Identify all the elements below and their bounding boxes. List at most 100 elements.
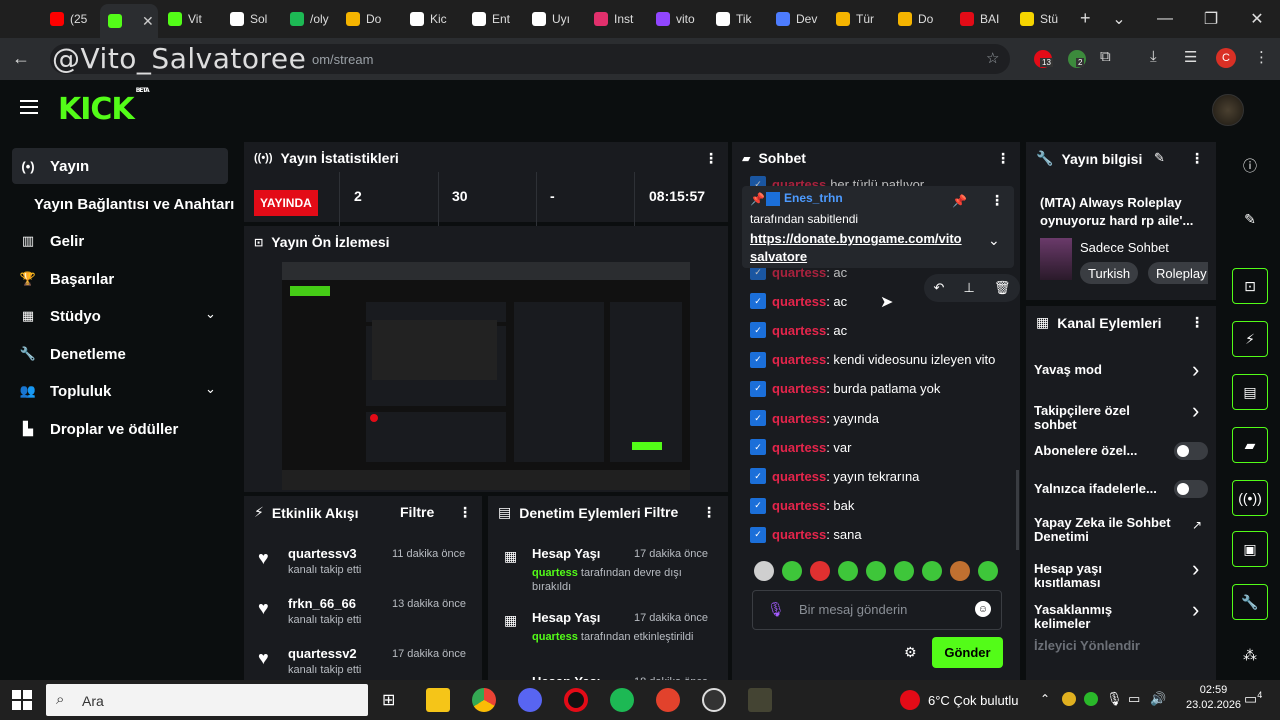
browser-tab[interactable]: Tür [828, 6, 884, 32]
taskbar-search[interactable]: ⌕ Ara [46, 684, 368, 716]
emote-icon[interactable] [978, 561, 998, 581]
stream-info-menu-icon[interactable]: ⋮ [1190, 150, 1204, 167]
browser-tab[interactable]: vito [648, 6, 704, 32]
edit-pencil-icon[interactable]: ✎ [1232, 201, 1268, 237]
toggle-switch[interactable] [1174, 480, 1208, 498]
send-button[interactable]: Gönder [932, 637, 1003, 668]
tray-chevron-icon[interactable]: ⌃ [1040, 692, 1050, 706]
pinned-menu-icon[interactable]: ⋮ [990, 192, 1004, 209]
chrome-icon[interactable] [472, 688, 496, 712]
category-name[interactable]: Sadece Sohbet [1080, 240, 1169, 255]
weather-text[interactable]: 6°C Çok bulutlu [928, 693, 1018, 708]
chat-username[interactable]: quartess [772, 498, 826, 513]
emote-icon[interactable] [838, 561, 858, 581]
activity-username[interactable]: frkn_66_66 [288, 596, 361, 611]
browser-tab[interactable]: Do [338, 6, 394, 32]
microphone-icon[interactable]: 🎙 [767, 601, 785, 618]
browser-tab[interactable]: /oly [282, 6, 338, 32]
mta-icon[interactable] [748, 688, 772, 712]
hamburger-menu-icon[interactable] [20, 100, 38, 114]
chevron-down-icon[interactable]: ⌄ [988, 232, 1000, 249]
activity-username[interactable]: quartessv3 [288, 546, 361, 561]
browser-tab[interactable]: Inst [586, 6, 642, 32]
info-icon[interactable]: ⓘ [1232, 148, 1268, 184]
document-toggle-icon[interactable]: ▤ [1232, 374, 1268, 410]
emote-icon[interactable] [810, 561, 830, 581]
pin-icon[interactable]: ⊥ [964, 280, 975, 296]
chat-username[interactable]: quartess [772, 469, 826, 484]
activity-item[interactable]: ♥ quartessv3 kanalı takip etti 11 dakika ön… [244, 544, 482, 588]
close-tab-icon[interactable]: ✕ [142, 13, 154, 30]
chat-message[interactable]: ✓ quartess: yayın tekrarına [750, 466, 919, 486]
activity-filter-button[interactable]: Filtre [400, 504, 434, 520]
chat-message[interactable]: ✓ quartess: sana [750, 525, 862, 545]
tray-app-icon[interactable] [1062, 692, 1076, 706]
broadcast-toggle-icon[interactable]: ((•)) [1232, 480, 1268, 516]
external-link-icon[interactable]: ↗ [1192, 518, 1202, 532]
weather-alert-icon[interactable] [900, 690, 920, 710]
back-arrow-icon[interactable]: ← [12, 48, 30, 69]
unpin-icon[interactable]: 📌 [952, 194, 967, 208]
emoji-icon[interactable]: ☺ [975, 601, 991, 617]
channel-action-item[interactable]: Yapay Zeka ile Sohbet Denetimi [1034, 516, 1184, 544]
pinned-by-user[interactable]: Enes_trhn [784, 191, 843, 205]
emote-icon[interactable] [754, 561, 774, 581]
sidebar-item[interactable]: 🔧 Denetleme [12, 336, 126, 372]
new-tab-button[interactable]: + [1080, 8, 1091, 29]
chat-message[interactable]: ✓ quartess: ac [750, 291, 847, 311]
discord-icon[interactable] [518, 688, 542, 712]
tab-search-icon[interactable]: ⌄ [1096, 0, 1142, 38]
activity-username[interactable]: quartessv2 [288, 646, 361, 661]
obs-icon[interactable] [702, 688, 726, 712]
apps-icon[interactable]: ⁂ [1232, 637, 1268, 673]
edit-pencil-icon[interactable]: ✎ [1154, 150, 1165, 166]
lightning-toggle-icon[interactable]: ⚡ [1232, 321, 1268, 357]
extension-icon[interactable]: 2 [1068, 50, 1086, 68]
browser-tab[interactable]: Sol [222, 6, 278, 32]
trash-icon[interactable]: 🗑 [994, 280, 1011, 296]
chat-username[interactable]: quartess [772, 294, 826, 309]
opera-icon[interactable] [564, 688, 588, 712]
chat-message[interactable]: ✓ quartess: burda patlama yok [750, 379, 940, 399]
chat-message[interactable]: ✓ quartess: ac [750, 320, 847, 340]
restore-button[interactable]: ❐ [1188, 0, 1234, 38]
wrench-toggle-icon[interactable]: 🔧 [1232, 584, 1268, 620]
browser-tab[interactable]: Ent [464, 6, 520, 32]
profile-avatar[interactable]: C [1216, 48, 1236, 68]
emote-icon[interactable] [866, 561, 886, 581]
menu-kebab-icon[interactable]: ⋮ [1254, 48, 1269, 66]
task-view-icon[interactable]: ⊞ [382, 690, 395, 710]
chat-username[interactable]: quartess [772, 352, 826, 367]
volume-icon[interactable]: 🔊 [1150, 691, 1166, 707]
reading-list-icon[interactable]: ☰ [1184, 48, 1197, 66]
chat-settings-gear-icon[interactable]: ⚙ [904, 644, 917, 661]
browser-tab[interactable]: Tik [708, 6, 764, 32]
channel-action-item[interactable]: Hesap yaşı kısıtlaması [1034, 562, 1170, 590]
sidebar-item[interactable]: ▦ Stüdyo [12, 298, 101, 334]
emote-icon[interactable] [950, 561, 970, 581]
clock[interactable]: 02:59 23.02.2026 [1186, 684, 1241, 711]
tray-mic-icon[interactable]: 🎙 [1106, 691, 1123, 707]
chat-message[interactable]: ✓ quartess: bak [750, 496, 854, 516]
browser-tab[interactable]: Stü [1012, 6, 1068, 32]
spotify-icon[interactable] [610, 688, 634, 712]
sidebar-item[interactable]: Yayın Bağlantısı ve Anahtarı [28, 186, 234, 222]
chat-input[interactable]: 🎙 Bir mesaj gönderin ☺ [752, 590, 1002, 630]
chevron-right-icon[interactable]: › [1192, 599, 1199, 621]
tray-app-icon[interactable] [1084, 692, 1098, 706]
category-thumbnail[interactable] [1040, 238, 1072, 280]
channel-actions-menu-icon[interactable]: ⋮ [1190, 314, 1204, 331]
channel-action-item[interactable]: Yavaş mod [1034, 363, 1170, 377]
windows-start-icon[interactable] [12, 690, 32, 710]
pinned-message[interactable]: 📌 Enes_trhn tarafından sabitlendi https:… [742, 186, 1014, 268]
minimize-button[interactable]: — [1142, 0, 1188, 38]
chat-username[interactable]: quartess [772, 527, 826, 542]
channel-action-item[interactable]: Takipçilere özel sohbet [1034, 404, 1170, 432]
moderation-item[interactable]: ▦ Hesap Yaşı 17 dakika önce quartess tarafı… [488, 544, 728, 600]
kick-logo[interactable]: KICKBETA [58, 87, 150, 127]
chevron-down-icon[interactable]: ⌄ [205, 381, 216, 397]
moderation-item[interactable]: ▦Hesap Yaşı18 dakika önce [488, 672, 728, 680]
moderation-user[interactable]: quartess [532, 567, 578, 579]
chevron-down-icon[interactable]: ⌄ [205, 306, 216, 322]
channel-action-item[interactable]: Yalnızca ifadelerle... [1034, 482, 1170, 496]
